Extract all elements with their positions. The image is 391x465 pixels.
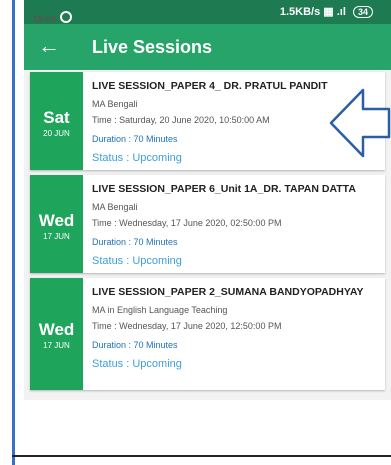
battery-level: 34 — [357, 7, 368, 17]
session-course: MA in English Language Teaching — [92, 305, 228, 315]
date-badge: Wed 17 JUN — [30, 175, 83, 273]
session-card[interactable]: Wed 17 JUN LIVE SESSION_PAPER 6_Unit 1A_… — [30, 175, 385, 273]
session-title: LIVE SESSION_PAPER 2_SUMANA BANDYOPADHYA… — [92, 286, 364, 298]
date-day: Wed — [38, 211, 75, 230]
status-bar: 18:04 1.5KB/s ▦ .ıl 34 — [24, 0, 391, 24]
session-course: MA Bengali — [92, 202, 138, 212]
date-badge: Sat 20 JUN — [30, 72, 83, 170]
session-duration: Duration : 70 Minutes — [92, 340, 178, 350]
back-arrow-icon[interactable]: ← — [38, 33, 60, 59]
signal-icon: ▦ .ıl — [323, 6, 346, 18]
network-speed: 1.5KB/s — [279, 6, 321, 18]
session-duration: Duration : 70 Minutes — [92, 237, 178, 247]
session-title: LIVE SESSION_PAPER 6_Unit 1A_DR. TAPAN D… — [92, 183, 356, 195]
phone-screen: 18:04 1.5KB/s ▦ .ıl 34 ← Live Sessions S… — [24, 0, 391, 465]
annotation-arrow-icon — [329, 88, 391, 158]
session-time: Time : Wednesday, 17 June 2020, 12:50:00… — [92, 321, 282, 331]
page-title: Live Sessions — [92, 37, 213, 57]
session-status: Status : Upcoming — [92, 358, 182, 370]
date-badge: Wed 17 JUN — [30, 278, 83, 390]
date-daymonth: 17 JUN — [43, 341, 70, 350]
notification-icon — [60, 11, 73, 23]
date-day: Sat — [43, 108, 70, 127]
date-day: Wed — [38, 320, 75, 339]
battery-icon: 34 — [352, 6, 373, 18]
bottom-divider — [12, 455, 391, 457]
left-border-line — [12, 0, 15, 465]
date-daymonth: 20 JUN — [43, 129, 70, 138]
left-border — [0, 0, 24, 465]
status-time: 18:04 — [33, 11, 73, 24]
session-time: Time : Wednesday, 17 June 2020, 02:50:00… — [92, 218, 282, 228]
session-card[interactable]: Wed 17 JUN LIVE SESSION_PAPER 2_SUMANA B… — [30, 278, 385, 390]
app-bar: ← Live Sessions — [24, 24, 391, 70]
session-status: Status : Upcoming — [92, 255, 182, 267]
status-right: 1.5KB/s ▦ .ıl 34 — [280, 5, 373, 18]
date-daymonth: 17 JUN — [43, 232, 70, 241]
